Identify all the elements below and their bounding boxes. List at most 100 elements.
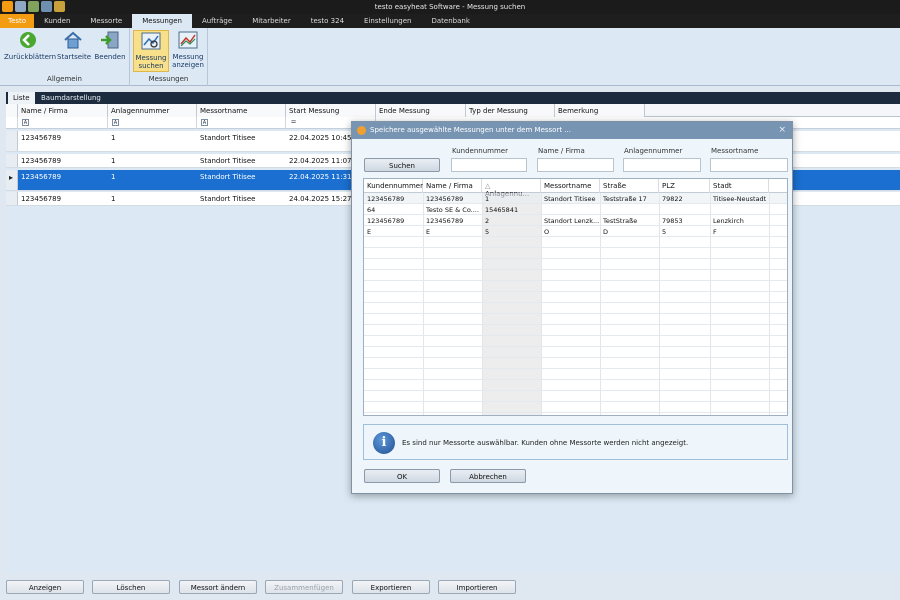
empty-row: [364, 358, 787, 369]
show-measurement-button[interactable]: Messung anzeigen: [171, 30, 205, 69]
filter-label-messortname: Messortname: [711, 147, 759, 155]
exit-button[interactable]: Beenden: [93, 30, 127, 61]
close-icon[interactable]: ×: [778, 125, 786, 135]
filter-contains-icon[interactable]: A: [112, 119, 119, 126]
empty-row: [364, 292, 787, 303]
search-measurement-label-line2: suchen: [138, 62, 164, 70]
location-cell: [600, 204, 659, 215]
grid-corner-icon[interactable]: [6, 104, 18, 117]
filter-messortname[interactable]: A: [197, 117, 286, 129]
back-arrow-icon: [20, 32, 36, 48]
row-selector[interactable]: [6, 170, 18, 190]
info-icon: i: [373, 432, 395, 454]
messort-aendern-button[interactable]: Messort ändern: [179, 580, 257, 594]
location-cell: Teststraße 17: [603, 195, 647, 203]
messortname-input[interactable]: [710, 158, 788, 172]
exit-icon: [101, 31, 119, 49]
tab-messungen[interactable]: Messungen: [132, 14, 192, 28]
search-measurement-label-line1: Messung: [135, 54, 167, 62]
row-selector[interactable]: [6, 192, 18, 205]
column-header-bemerkung[interactable]: Bemerkung: [555, 104, 645, 117]
back-button[interactable]: Zurückblättern: [4, 30, 56, 61]
tab-kunden[interactable]: Kunden: [34, 14, 80, 28]
table-cell: Standort Titisee: [200, 173, 256, 181]
column-header-ende[interactable]: Ende Messung: [376, 104, 466, 117]
location-cell: [659, 204, 710, 215]
filter-contains-icon[interactable]: A: [201, 119, 208, 126]
table-cell: 123456789: [21, 173, 62, 181]
show-measurement-label-line1: Messung: [172, 53, 204, 61]
location-col-name[interactable]: Name / Firma: [423, 179, 482, 193]
location-row[interactable]: 123456789 123456789 1 Standort Titisee Tests…: [364, 193, 787, 204]
tab-datenbank[interactable]: Datenbank: [421, 14, 479, 28]
filter-equals-icon[interactable]: =: [290, 119, 297, 126]
tab-auftraege[interactable]: Aufträge: [192, 14, 242, 28]
location-grid-header: Kundennummer Name / Firma △ Anlagennu...…: [364, 179, 787, 198]
table-cell: 123456789: [21, 157, 62, 165]
table-cell: 1: [111, 173, 116, 181]
location-cell: 64: [367, 206, 376, 214]
table-cell: Standort Titisee: [200, 157, 256, 165]
sort-ascending-icon: △: [485, 182, 491, 190]
table-cell: 24.04.2025 15:27:5: [289, 195, 356, 203]
home-button[interactable]: Startseite: [57, 30, 92, 61]
tab-mitarbeiter[interactable]: Mitarbeiter: [242, 14, 301, 28]
filter-contains-icon[interactable]: A: [22, 119, 29, 126]
back-button-label: Zurückblättern: [4, 53, 57, 61]
location-row[interactable]: E E 5 O D 5 F: [364, 226, 787, 237]
location-cell: 2: [485, 217, 490, 225]
info-box: i Es sind nur Messorte auswählbar. Kunde…: [363, 424, 788, 460]
ribbon-group-messungen: Messung suchen Messung anzeigen Messunge…: [130, 28, 208, 86]
filter-name[interactable]: A: [18, 117, 108, 129]
empty-row: [364, 391, 787, 402]
location-col-kundennummer[interactable]: Kundennummer: [364, 179, 423, 193]
filter-anlagennummer[interactable]: A: [108, 117, 197, 129]
zusammenfuegen-button[interactable]: Zusammenfügen: [265, 580, 343, 594]
tab-einstellungen[interactable]: Einstellungen: [354, 14, 421, 28]
cancel-button[interactable]: Abbrechen: [450, 469, 526, 483]
row-selector[interactable]: [6, 131, 18, 151]
location-cell: F: [713, 228, 717, 236]
location-col-stadt[interactable]: Stadt: [710, 179, 769, 193]
window-title: testo easyheat Software - Messung suchen: [374, 3, 526, 11]
column-header-name[interactable]: Name / Firma: [18, 104, 108, 117]
tab-testo[interactable]: Testo: [0, 14, 35, 28]
ok-button[interactable]: OK: [364, 469, 440, 483]
dialog-title-bar: Speichere ausgewählte Messungen unter de…: [352, 122, 792, 139]
column-header-messortname[interactable]: Messortname: [197, 104, 286, 117]
column-header-anlagennummer[interactable]: Anlagennummer: [108, 104, 197, 117]
location-cell: E: [426, 228, 431, 236]
dialog-title: Speichere ausgewählte Messungen unter de…: [370, 126, 571, 134]
loeschen-button[interactable]: Löschen: [92, 580, 170, 594]
row-selector[interactable]: [6, 154, 18, 167]
column-header-typ[interactable]: Typ der Messung: [466, 104, 555, 117]
location-col-anlagennummer[interactable]: △ Anlagennu...: [482, 179, 541, 198]
empty-row: [364, 303, 787, 314]
name-input[interactable]: [537, 158, 614, 172]
location-row[interactable]: 64 Testo SE & Co.... 15465841: [364, 204, 787, 215]
search-measurement-button[interactable]: Messung suchen: [133, 30, 169, 72]
tab-baumdarstellung[interactable]: Baumdarstellung: [36, 92, 106, 104]
empty-row: [364, 259, 787, 270]
exportieren-button[interactable]: Exportieren: [352, 580, 430, 594]
anzeigen-button[interactable]: Anzeigen: [6, 580, 84, 594]
anlagennummer-input[interactable]: [623, 158, 701, 172]
show-measurement-label-line2: anzeigen: [172, 61, 204, 69]
location-col-messortname[interactable]: Messortname: [541, 179, 600, 193]
tab-liste[interactable]: Liste: [8, 92, 35, 104]
title-bar: testo easyheat Software - Messung suchen: [0, 0, 900, 14]
tab-messorte[interactable]: Messorte: [80, 14, 132, 28]
column-header-start[interactable]: Start Messung: [286, 104, 376, 117]
location-cell: Lenzkirch: [713, 217, 744, 225]
home-button-label: Startseite: [57, 53, 92, 61]
location-row[interactable]: 123456789 123456789 2 Standort Lenzk... Test…: [364, 215, 787, 226]
tab-testo-324[interactable]: testo 324: [301, 14, 354, 28]
empty-row: [364, 281, 787, 292]
location-col-strasse[interactable]: Straße: [600, 179, 659, 193]
grid-header: Name / Firma Anlagennummer Messortname S…: [6, 104, 900, 117]
kundennummer-input[interactable]: [451, 158, 527, 172]
search-button[interactable]: Suchen: [364, 158, 440, 172]
location-col-plz[interactable]: PLZ: [659, 179, 710, 193]
view-tab-strip: Liste Baumdarstellung: [6, 92, 900, 104]
importieren-button[interactable]: Importieren: [438, 580, 516, 594]
